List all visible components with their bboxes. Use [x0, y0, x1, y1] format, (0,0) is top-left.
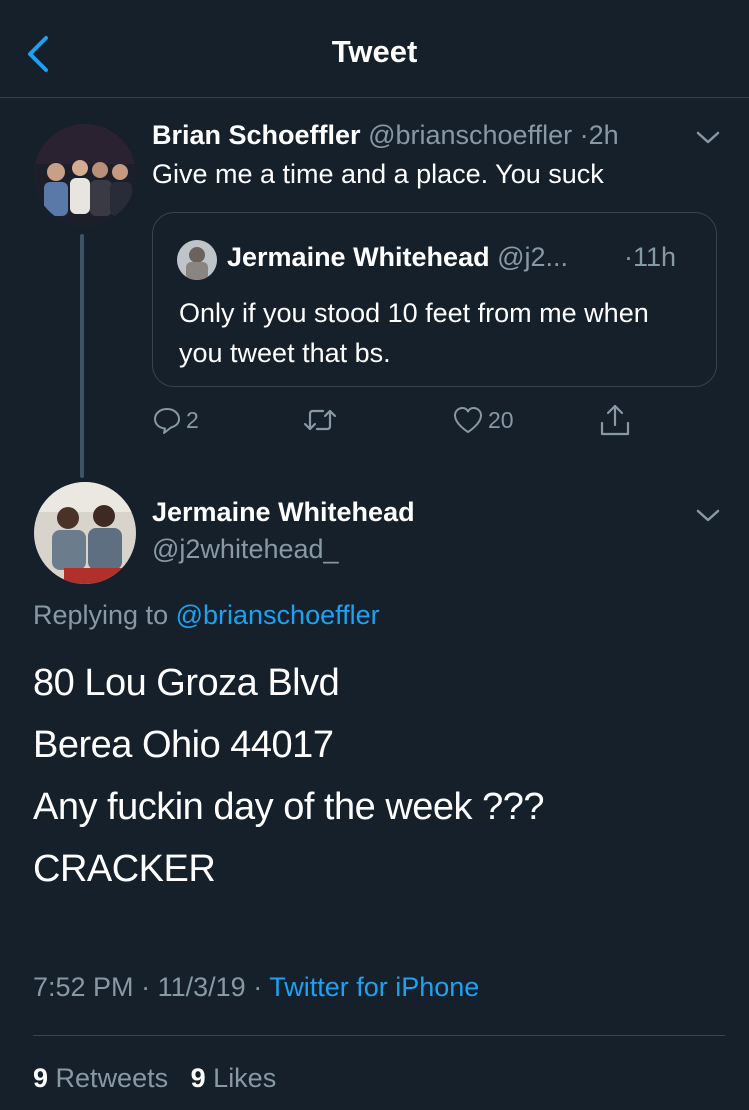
like-button[interactable]: 20 [452, 402, 514, 438]
replying-label: Replying to [33, 600, 169, 630]
tweet-line: Any fuckin day of the week ??? [33, 786, 545, 828]
avatar-photo [34, 124, 136, 226]
tweet-source-link[interactable]: Twitter for iPhone [269, 972, 479, 1002]
top-bar: Tweet [0, 0, 749, 98]
tweet-text: Give me a time and a place. You suck [152, 159, 604, 189]
reply-button[interactable]: 2 [152, 402, 199, 438]
separator: · [579, 120, 589, 150]
author-handle: @j2... [497, 242, 569, 272]
retweet-button[interactable] [302, 402, 342, 438]
author-name[interactable]: Brian Schoeffler [152, 120, 361, 150]
author-name[interactable]: Jermaine Whitehead [152, 497, 415, 528]
tweet-line: 80 Lou Groza Blvd [33, 662, 340, 704]
tweet-date: 11/3/19 [157, 972, 246, 1002]
likes-label: Likes [213, 1063, 277, 1093]
tweet-time: 2h [588, 120, 619, 150]
avatar[interactable] [34, 124, 136, 226]
likes-stat[interactable]: 9 Likes [191, 1063, 277, 1093]
quoted-tweet-header: Jermaine Whitehead @j2... [227, 242, 568, 273]
retweets-label: Retweets [55, 1063, 169, 1093]
like-count: 20 [488, 406, 514, 433]
retweets-stat[interactable]: 9 Retweets [33, 1063, 168, 1093]
author-handle[interactable]: @j2whitehead_ [152, 534, 339, 565]
retweet-icon [303, 409, 337, 431]
quoted-tweet-text: Only if you stood 10 feet from me when y… [179, 298, 649, 368]
tweet-stats: 9 Retweets 9 Likes [33, 1063, 276, 1094]
tweet-menu-button[interactable] [694, 506, 722, 526]
tweet-time: ·11h [624, 242, 677, 272]
tweet-metadata: 7:52 PM · 11/3/19 · Twitter for iPhone [33, 972, 479, 1003]
likes-count: 9 [190, 1063, 206, 1093]
tweet-time: 7:52 PM [33, 972, 134, 1002]
avatar[interactable] [34, 482, 136, 584]
thread-connector [80, 234, 84, 478]
tweet-text: 80 Lou Groza Blvd Berea Ohio 44017 Any f… [33, 652, 545, 900]
share-icon [600, 404, 630, 436]
avatar [177, 240, 217, 280]
quoted-tweet-card[interactable]: Jermaine Whitehead @j2... ·11h Only if y… [152, 212, 717, 387]
avatar-photo [34, 482, 136, 584]
avatar-photo [177, 240, 217, 280]
speech-bubble-icon [154, 408, 180, 434]
separator: · [253, 972, 263, 1002]
tweet-line: CRACKER [33, 848, 216, 890]
chevron-down-icon [696, 509, 720, 522]
heart-icon [454, 407, 482, 433]
author-name: Jermaine Whitehead [227, 242, 490, 272]
author-handle[interactable]: @brianschoeffler [368, 120, 572, 150]
retweets-count: 9 [33, 1063, 49, 1093]
separator: · [141, 972, 151, 1002]
chevron-down-icon [696, 131, 720, 144]
page-title: Tweet [331, 34, 418, 69]
parent-tweet-header: Brian Schoeffler @brianschoeffler ·2h [152, 120, 619, 151]
reply-count: 2 [186, 406, 199, 433]
divider [33, 1035, 725, 1036]
replying-to: Replying to @brianschoeffler [33, 600, 380, 631]
share-button[interactable] [598, 402, 632, 438]
mention-link[interactable]: @brianschoeffler [176, 600, 380, 630]
tweet-menu-button[interactable] [694, 128, 722, 148]
tweet-line: Berea Ohio 44017 [33, 724, 334, 766]
